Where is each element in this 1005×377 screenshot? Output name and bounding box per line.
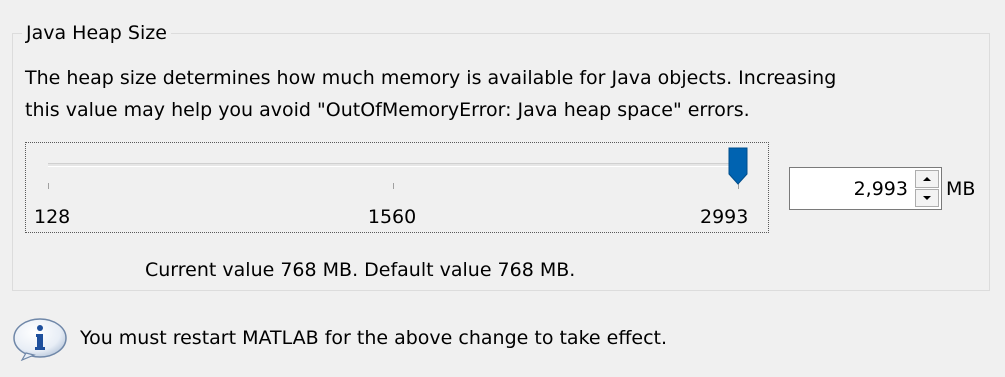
heap-size-spinner[interactable]	[789, 167, 942, 210]
slider-tick	[393, 183, 394, 189]
slider-thumb[interactable]	[727, 147, 749, 185]
tick-label-mid: 1560	[367, 206, 417, 228]
spin-up-button[interactable]	[915, 170, 939, 188]
group-title: Java Heap Size	[22, 22, 171, 44]
slider-track[interactable]	[48, 163, 738, 167]
heap-size-input[interactable]	[792, 170, 910, 207]
description-line-2: this value may help you avoid "OutOfMemo…	[25, 99, 750, 121]
restart-message: You must restart MATLAB for the above ch…	[80, 327, 668, 349]
description: The heap size determines how much memory…	[25, 62, 955, 126]
spin-down-button[interactable]	[915, 189, 939, 207]
description-line-1: The heap size determines how much memory…	[25, 67, 837, 89]
slider-tick	[48, 183, 49, 189]
current-default-value: Current value 768 MB. Default value 768 …	[145, 259, 576, 281]
tick-label-max: 2993	[700, 206, 749, 228]
tick-label-min: 128	[34, 206, 71, 228]
info-icon	[13, 318, 67, 361]
heap-size-slider[interactable]: 128 1560 2993	[25, 142, 769, 233]
arrow-down-icon	[923, 196, 931, 200]
arrow-up-icon	[923, 177, 931, 181]
unit-label: MB	[946, 178, 976, 200]
